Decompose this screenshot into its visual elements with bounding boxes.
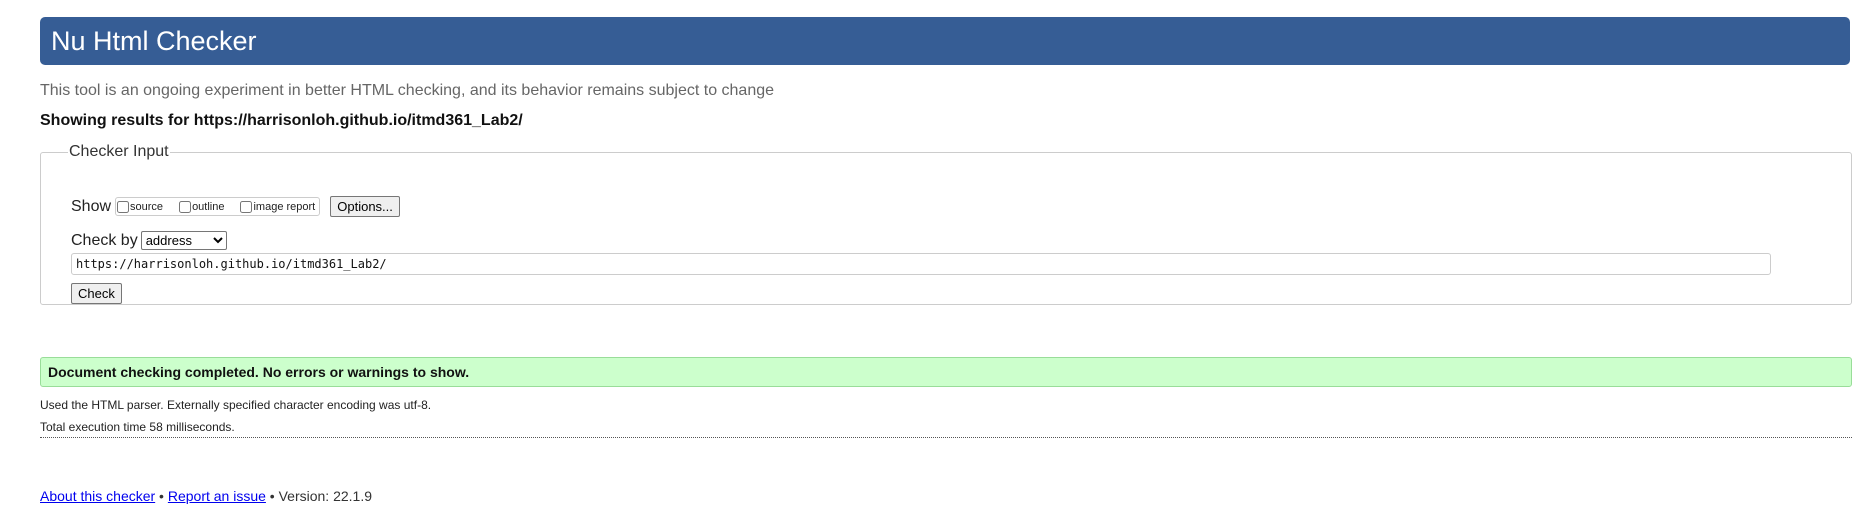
version-text: Version: 22.1.9 [278,488,373,504]
intro-text: This tool is an ongoing experiment in be… [40,82,775,99]
source-label: source [130,200,164,213]
show-source-option[interactable]: source [117,200,164,213]
report-issue-link[interactable]: Report an issue [168,488,266,504]
results-prefix: Showing results for [40,112,194,129]
dotted-divider [40,437,1852,438]
image-report-label: image report [253,200,316,213]
check-by-select[interactable]: address [140,231,227,250]
image-report-checkbox[interactable] [240,200,253,213]
checker-input-fieldset: Checker Input Show source outline image … [40,143,1852,305]
checker-input-legend: Checker Input [69,143,169,160]
status-message: Document checking completed. No errors o… [40,357,1852,387]
outline-label: outline [192,200,225,213]
page-title: Nu Html Checker [51,25,257,56]
options-button[interactable]: Options... [330,196,400,217]
footer-separator-2: • [265,488,279,504]
show-image-report-option[interactable]: image report [240,200,316,213]
parser-details: Used the HTML parser. Externally specifi… [40,398,432,412]
outline-checkbox[interactable] [179,200,192,213]
details-block: Used the HTML parser. Externally specifi… [40,394,431,438]
url-input[interactable] [71,253,1771,275]
check-button[interactable]: Check [71,283,122,304]
check-by-row: Check by address [71,231,227,250]
check-by-label: Check by [71,231,138,249]
header-banner: Nu Html Checker [40,17,1850,65]
results-heading: Showing results for https://harrisonloh.… [40,112,523,130]
show-row: Show source outline image report Options… [71,196,400,217]
footer: About this checker • Report an issue • V… [40,488,372,504]
results-url: https://harrisonloh.github.io/itmd361_La… [193,112,523,129]
show-options-group: source outline image report [115,197,321,216]
page: Nu Html Checker This tool is an ongoing … [0,0,1873,527]
show-label: Show [71,197,112,215]
footer-separator-1: • [155,488,168,504]
show-outline-option[interactable]: outline [179,200,225,213]
about-checker-link[interactable]: About this checker [40,488,155,504]
source-checkbox[interactable] [117,200,130,213]
timing-details: Total execution time 58 milliseconds. [40,420,235,434]
